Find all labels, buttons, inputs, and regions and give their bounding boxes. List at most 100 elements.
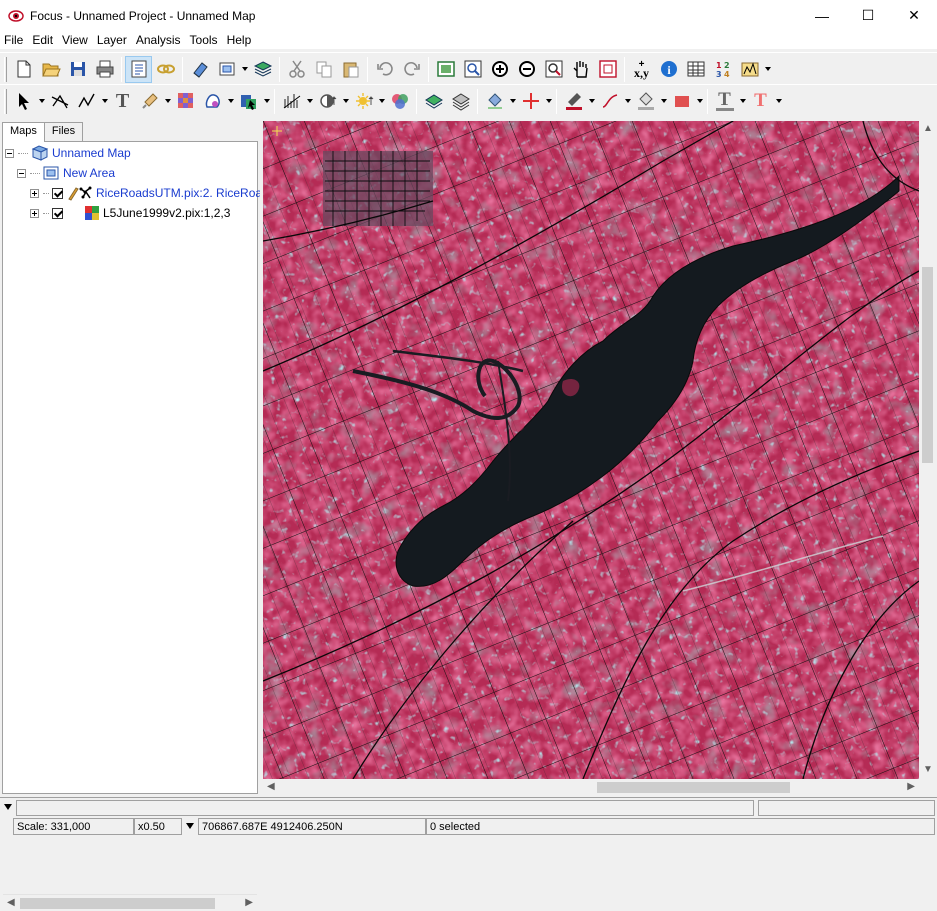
fill-color-dropdown-arrow[interactable]	[659, 88, 668, 115]
style-dropdown-arrow[interactable]	[163, 88, 172, 115]
tree-item-image-layer[interactable]: L5June1999v2.pix:1,2,3	[30, 204, 230, 222]
tree-item-roads-layer[interactable]: RiceRoadsUTM.pix:2. RiceRoad	[30, 184, 269, 202]
pan-button[interactable]	[567, 56, 594, 83]
copy-button[interactable]	[310, 56, 337, 83]
redo-button[interactable]	[398, 56, 425, 83]
map-properties-button[interactable]	[125, 55, 152, 83]
area-button[interactable]	[213, 56, 240, 83]
undo-button[interactable]	[371, 56, 398, 83]
map-view[interactable]	[263, 121, 919, 779]
map-vertical-scrollbar[interactable]: ▲ ▼	[919, 121, 936, 779]
histogram-dropdown-arrow[interactable]	[763, 56, 772, 83]
layers-button[interactable]	[249, 56, 276, 83]
raster-grid-button[interactable]	[172, 88, 199, 115]
line-style-dropdown-arrow[interactable]	[623, 88, 632, 115]
menu-tools[interactable]: Tools	[186, 33, 223, 47]
scroll-left-icon[interactable]: ◀	[7, 897, 15, 908]
tree-label-area[interactable]: New Area	[63, 166, 115, 180]
coordinate-dropdown-icon[interactable]	[186, 823, 194, 829]
tree-horizontal-scrollbar[interactable]: ◀ ▶	[3, 894, 257, 911]
classify-button[interactable]	[235, 88, 262, 115]
tab-files[interactable]: Files	[43, 122, 84, 141]
area-dropdown-arrow[interactable]	[240, 56, 249, 83]
menu-analysis[interactable]: Analysis	[132, 33, 186, 47]
fill-dropdown-arrow[interactable]	[226, 88, 235, 115]
print-button[interactable]	[91, 56, 118, 83]
info-button[interactable]: i	[655, 56, 682, 83]
scroll-right-icon[interactable]: ▶	[907, 781, 915, 792]
zoom-out-button[interactable]	[513, 56, 540, 83]
contrast-button[interactable]	[314, 88, 341, 115]
tree-label-roads-layer[interactable]: RiceRoadsUTM.pix:2. RiceRoad	[96, 186, 269, 200]
expand-toggle[interactable]	[30, 188, 39, 198]
symbol-dropdown-arrow[interactable]	[508, 88, 517, 115]
save-button[interactable]	[64, 56, 91, 83]
tree-item-area[interactable]: New Area	[17, 164, 115, 182]
link-button[interactable]	[152, 56, 179, 83]
fill-color-button[interactable]	[632, 88, 659, 115]
layer-grey-button[interactable]	[447, 88, 474, 115]
menu-view[interactable]: View	[58, 33, 93, 47]
rgb-channels-button[interactable]	[386, 88, 413, 115]
tree-label-map[interactable]: Unnamed Map	[52, 146, 131, 160]
new-button[interactable]	[10, 56, 37, 83]
menu-file[interactable]: File	[0, 33, 28, 47]
menu-layer[interactable]: Layer	[93, 33, 132, 47]
tree-item-map[interactable]: Unnamed Map	[5, 144, 131, 162]
paste-button[interactable]	[337, 56, 364, 83]
line-color-dropdown-arrow[interactable]	[587, 88, 596, 115]
point-color-dropdown-arrow[interactable]	[544, 88, 553, 115]
tree-label-image-layer[interactable]: L5June1999v2.pix:1,2,3	[103, 206, 230, 220]
classify-dropdown-arrow[interactable]	[262, 88, 271, 115]
menu-help[interactable]: Help	[223, 33, 257, 47]
shape-color-dropdown-arrow[interactable]	[695, 88, 704, 115]
fill-region-button[interactable]	[199, 88, 226, 115]
brightness-dropdown-arrow[interactable]	[377, 88, 386, 115]
zoom-to-layer-button[interactable]	[540, 56, 567, 83]
menu-edit[interactable]: Edit	[28, 33, 58, 47]
text-tool-button[interactable]: T	[109, 88, 136, 115]
zoom-extents-button[interactable]	[432, 56, 459, 83]
message-dropdown-icon[interactable]	[4, 804, 12, 810]
layer-visibility-checkbox[interactable]	[52, 207, 63, 219]
minimize-button[interactable]: —	[799, 0, 845, 31]
scroll-down-icon[interactable]: ▼	[923, 764, 933, 775]
toolbar-grip[interactable]	[4, 56, 7, 82]
scroll-thumb[interactable]	[597, 782, 790, 793]
toolbar-grip[interactable]	[4, 88, 7, 114]
zoom-box-button[interactable]	[459, 56, 486, 83]
line-style-button[interactable]	[596, 88, 623, 115]
histogram-stretch-button[interactable]	[278, 88, 305, 115]
text-color-button[interactable]: T	[747, 88, 774, 115]
symbol-button[interactable]	[481, 88, 508, 115]
scroll-thumb[interactable]	[20, 898, 215, 909]
eraser-button[interactable]	[186, 56, 213, 83]
draw-line-button[interactable]	[73, 88, 100, 115]
text-color-dropdown-arrow[interactable]	[774, 88, 783, 115]
contrast-dropdown-arrow[interactable]	[341, 88, 350, 115]
open-button[interactable]	[37, 56, 64, 83]
map-horizontal-scrollbar[interactable]: ◀ ▶	[263, 779, 919, 796]
collapse-toggle[interactable]	[17, 168, 26, 178]
select-button[interactable]	[10, 88, 37, 115]
attribute-table-button[interactable]	[682, 56, 709, 83]
layer-green-button[interactable]	[420, 88, 447, 115]
style-brush-button[interactable]	[136, 88, 163, 115]
brightness-button[interactable]	[350, 88, 377, 115]
zoom-in-button[interactable]	[486, 56, 513, 83]
shape-color-button[interactable]	[668, 88, 695, 115]
collapse-toggle[interactable]	[5, 148, 14, 158]
stretch-dropdown-arrow[interactable]	[305, 88, 314, 115]
xy-coordinate-button[interactable]: + x,y	[628, 56, 655, 83]
scroll-up-icon[interactable]: ▲	[923, 123, 933, 134]
histogram-button[interactable]	[736, 56, 763, 83]
text-style-button[interactable]: T	[711, 88, 738, 115]
zoom-previous-button[interactable]	[594, 56, 621, 83]
tab-maps[interactable]: Maps	[2, 122, 45, 142]
draw-line-dropdown-arrow[interactable]	[100, 88, 109, 115]
cut-button[interactable]	[283, 56, 310, 83]
text-style-dropdown-arrow[interactable]	[738, 88, 747, 115]
line-color-button[interactable]	[560, 88, 587, 115]
layer-visibility-checkbox[interactable]	[52, 187, 63, 199]
scroll-thumb[interactable]	[922, 267, 933, 463]
